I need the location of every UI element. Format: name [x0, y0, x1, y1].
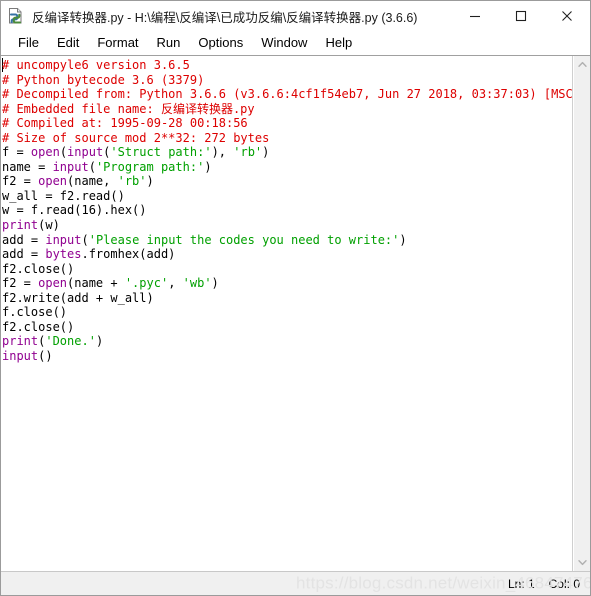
code-line: f.close()	[2, 305, 572, 320]
code-token: '.pyc'	[124, 276, 169, 291]
code-line: f2 = open(name, 'rb')	[2, 174, 572, 189]
maximize-button[interactable]	[498, 1, 544, 31]
menu-item-options[interactable]: Options	[189, 33, 252, 52]
code-line: # Decompiled from: Python 3.6.6 (v3.6.6:…	[2, 87, 572, 102]
code-token: f2.close()	[2, 261, 75, 276]
code-line: add = input('Please input the codes you …	[2, 233, 572, 248]
code-token: # uncompyle6 version 3.6.5	[2, 58, 190, 72]
code-token: # Compiled at: 1995-09-28 00:18:56	[2, 116, 248, 131]
code-line: # Compiled at: 1995-09-28 00:18:56	[2, 116, 572, 131]
status-column-number: Col: 0	[548, 576, 580, 591]
minimize-button[interactable]	[452, 1, 498, 31]
code-token: f2 =	[2, 174, 39, 189]
menu-item-help[interactable]: Help	[316, 33, 361, 52]
code-token: f2.write(add + w_all)	[2, 290, 154, 305]
code-token: input	[45, 232, 82, 247]
menu-bar: File Edit Format Run Options Window Help	[1, 31, 590, 55]
code-text-area[interactable]: # uncompyle6 version 3.6.5 # Python bytec…	[1, 56, 573, 571]
code-token: (w)	[38, 218, 60, 233]
code-line: # Size of source mod 2**32: 272 bytes	[2, 131, 572, 146]
code-line: w = f.read(16).hex()	[2, 203, 572, 218]
code-token: 'Program path:'	[95, 159, 205, 174]
status-bar: https://blog.csdn.net/weixin_46847476 Ln…	[1, 571, 590, 595]
code-token: )	[211, 276, 219, 291]
status-line-number: Ln: 1	[507, 576, 535, 591]
code-token: )	[146, 174, 154, 189]
python-file-icon	[7, 7, 25, 25]
code-line: f2.close()	[2, 262, 572, 277]
vertical-scrollbar[interactable]	[573, 56, 590, 571]
menu-item-edit[interactable]: Edit	[48, 33, 88, 52]
code-token: ,	[168, 276, 183, 291]
code-line: f2.write(add + w_all)	[2, 291, 572, 306]
code-token: f2.close()	[2, 319, 75, 334]
code-token: add =	[2, 247, 46, 262]
code-line: f2 = open(name + '.pyc', 'wb')	[2, 276, 572, 291]
idle-editor-window: 反编译转换器.py - H:\编程\反编译\已成功反编\反编译转换器.py (3…	[0, 0, 591, 596]
code-line: # Embedded file name: 反编译转换器.py	[2, 102, 572, 117]
code-token: )	[399, 232, 407, 247]
code-token: )	[95, 334, 104, 349]
code-token: bytes	[45, 247, 82, 262]
code-token: )	[204, 159, 212, 174]
code-token: 'Please input the codes you need to writ…	[88, 232, 400, 247]
code-token: 'rb'	[117, 174, 147, 189]
code-token: ),	[211, 145, 234, 160]
code-token: f.close()	[2, 305, 68, 320]
code-token: .fromhex(add)	[81, 247, 176, 262]
code-token: # Decompiled from: Python 3.6.6 (v3.6.6:…	[2, 87, 573, 102]
code-line: print(w)	[2, 218, 572, 233]
code-line: print('Done.')	[2, 334, 572, 349]
code-line: name = input('Program path:')	[2, 160, 572, 175]
code-token: f =	[2, 145, 31, 160]
code-token: (	[59, 145, 68, 160]
menu-item-run[interactable]: Run	[148, 33, 190, 52]
code-token: input	[2, 348, 39, 363]
code-token: (	[81, 232, 89, 247]
code-token: add =	[2, 232, 46, 247]
code-token: input	[52, 159, 89, 174]
code-token: # Embedded file name: 反编译转换器.py	[2, 101, 255, 116]
close-button[interactable]	[544, 1, 590, 31]
menu-item-format[interactable]: Format	[88, 33, 147, 52]
code-token: 'wb'	[182, 276, 212, 291]
code-token: # Size of source mod 2**32: 272 bytes	[2, 130, 270, 145]
code-token: 'rb'	[233, 145, 263, 160]
source-code: # uncompyle6 version 3.6.5 # Python bytec…	[2, 58, 572, 363]
code-token: input	[67, 145, 104, 160]
code-token: open	[30, 145, 60, 160]
code-token: name =	[2, 159, 53, 174]
code-token: (name,	[67, 174, 118, 189]
code-token: (	[88, 159, 96, 174]
code-line: f = open(input('Struct path:'), 'rb')	[2, 145, 572, 160]
code-token: open	[38, 276, 68, 291]
editor-area: # uncompyle6 version 3.6.5 # Python bytec…	[1, 55, 590, 571]
window-title: 反编译转换器.py - H:\编程\反编译\已成功反编\反编译转换器.py (3…	[32, 10, 418, 25]
code-line: # Python bytecode 3.6 (3379)	[2, 73, 572, 88]
code-token: open	[38, 174, 68, 189]
code-token: w_all = f2.read()	[2, 188, 125, 203]
code-token: 'Struct path:'	[110, 145, 212, 160]
code-token: )	[262, 145, 270, 160]
code-token: 'Done.'	[45, 334, 96, 349]
menu-item-window[interactable]: Window	[252, 33, 316, 52]
code-token: ()	[38, 348, 53, 363]
scroll-down-icon[interactable]	[574, 554, 590, 571]
watermark-text: https://blog.csdn.net/weixin_46847476	[296, 573, 591, 593]
code-line: input()	[2, 349, 572, 364]
scroll-up-icon[interactable]	[574, 56, 590, 73]
scrollbar-track[interactable]	[574, 73, 590, 554]
menu-item-file[interactable]: File	[9, 33, 48, 52]
code-token: (name +	[67, 276, 125, 291]
title-bar[interactable]: 反编译转换器.py - H:\编程\反编译\已成功反编\反编译转换器.py (3…	[1, 1, 590, 31]
code-token: print	[2, 334, 39, 349]
code-token: # Python bytecode 3.6 (3379)	[2, 72, 205, 87]
code-token: print	[2, 218, 39, 233]
code-token: f2 =	[2, 276, 39, 291]
code-line: # uncompyle6 version 3.6.5	[2, 58, 572, 73]
code-line: f2.close()	[2, 320, 572, 335]
code-line: w_all = f2.read()	[2, 189, 572, 204]
code-line: add = bytes.fromhex(add)	[2, 247, 572, 262]
code-token: w = f.read(16).hex()	[2, 203, 147, 218]
